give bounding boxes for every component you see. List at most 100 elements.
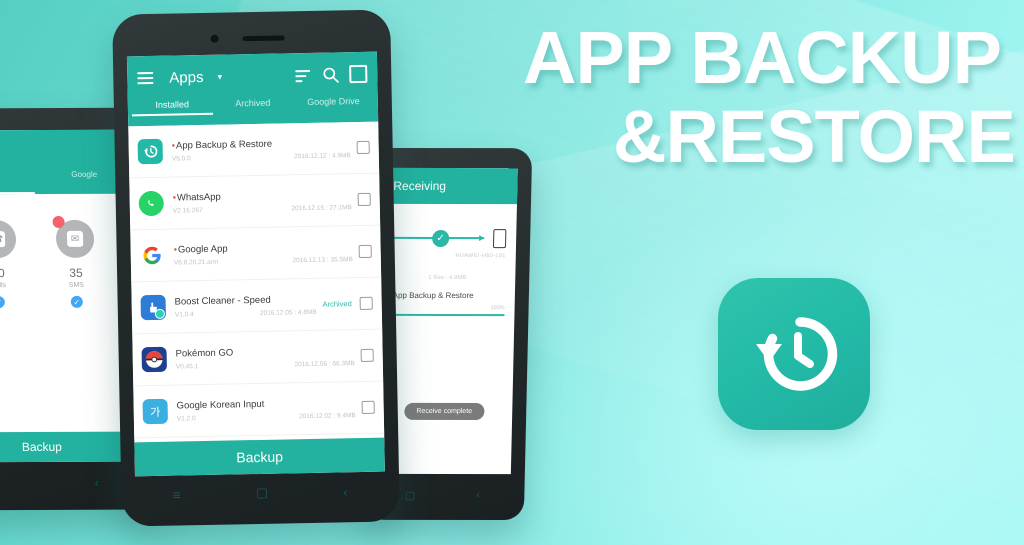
center-phone-mockup: Apps ▾ Installed Archived Google Drive •…: [112, 9, 400, 527]
row-checkbox[interactable]: [356, 140, 370, 155]
left-tab-google-label: Google: [71, 169, 98, 179]
app-meta: V5.0.0 2016.12.12 : 4.9MB: [171, 152, 357, 163]
app-version: V0.45.1: [175, 362, 199, 371]
row-checkbox[interactable]: [357, 192, 371, 207]
transfer-line: ✓: [390, 228, 507, 248]
app-version: V5.0.0: [171, 154, 191, 163]
row-checkbox[interactable]: [361, 400, 375, 414]
table-row[interactable]: •WhatsApp V2.16.267 2016.12.15 : 27.1MB: [129, 173, 381, 231]
row-content: •App Backup & Restore V5.0.0 2016.12.12 …: [171, 137, 357, 163]
right-appbar-title: Receiving: [393, 178, 447, 194]
app-meta: V1.0.4 2016.12.05 : 4.8MB: [175, 308, 323, 318]
app-version: V6.8.20.21.arm: [173, 258, 219, 267]
table-row[interactable]: •App Backup & Restore V5.0.0 2016.12.12 …: [128, 121, 380, 179]
promo-banner: APP BACKUP &RESTORE Personal ▾ Archived: [0, 0, 1024, 545]
sms-badge: [52, 215, 65, 228]
transfer-progress-bar: [388, 313, 505, 316]
front-camera-icon: [210, 34, 219, 43]
app-logo-tile: [718, 278, 870, 430]
promo-headline: APP BACKUP &RESTORE: [523, 21, 1024, 178]
transfer-device-name: HUAWEI-H60-L01: [455, 253, 506, 260]
pokemon-go-icon: [141, 346, 167, 373]
boost-badge: [154, 308, 165, 319]
table-row[interactable]: Pokémon GO V0.45.1 2016.12.06 : 66.3MB: [132, 329, 384, 387]
app-logo: [718, 278, 870, 430]
app-name: Google Korean Input: [177, 396, 362, 411]
status-badge: Archived: [322, 299, 352, 309]
sms-check-icon[interactable]: ✓: [70, 295, 83, 308]
row-content: Pokémon GO V0.45.1 2016.12.06 : 66.3MB: [175, 345, 361, 371]
left-card-sms[interactable]: ✉ 35 SMS ✓: [44, 215, 108, 308]
center-nav-home-icon[interactable]: ▢: [256, 485, 269, 501]
transfer-percent: 100%: [490, 305, 505, 312]
check-circle-icon: ✓: [431, 229, 450, 247]
phone-call-icon: ☎: [0, 231, 6, 248]
boost-cleaner-icon: [140, 294, 166, 321]
search-icon[interactable]: [322, 66, 339, 83]
left-backup-button-label: Backup: [21, 439, 63, 455]
backup-restore-icon: [137, 138, 163, 165]
app-list: •App Backup & Restore V5.0.0 2016.12.12 …: [128, 121, 385, 439]
headline-line-2: &RESTORE: [613, 94, 1016, 178]
center-nav-back-icon[interactable]: ‹: [343, 484, 348, 499]
row-checkbox[interactable]: [359, 296, 373, 311]
transfer-percent-row: 100%: [389, 305, 505, 312]
tab-installed[interactable]: Installed: [131, 98, 213, 117]
history-restore-icon: [756, 317, 838, 391]
app-name-label: Google App: [177, 243, 228, 255]
row-content: •WhatsApp V2.16.267 2016.12.15 : 27.1MB: [172, 189, 358, 214]
center-phone-navbar: ≡ ▢ ‹: [135, 472, 386, 515]
earpiece-speaker: [242, 35, 285, 42]
calls-check-icon[interactable]: ✓: [0, 296, 5, 309]
sort-icon[interactable]: [295, 66, 312, 83]
chevron-down-icon[interactable]: ▾: [217, 71, 222, 82]
row-checkbox[interactable]: [358, 244, 372, 259]
select-all-square-icon[interactable]: [349, 64, 368, 84]
app-meta: V0.45.1 2016.12.06 : 66.3MB: [175, 359, 361, 371]
table-row[interactable]: •Google App V6.8.20.21.arm 2016.12.13 : …: [130, 225, 382, 283]
app-meta: V6.8.20.21.arm 2016.12.13 : 35.5MB: [173, 255, 359, 267]
google-icon: [139, 242, 165, 269]
receive-complete-toast: Receive complete: [404, 402, 485, 421]
korean-glyph: 가: [150, 406, 161, 419]
app-date-size: 2016.12.02 : 9.4MB: [299, 411, 356, 420]
transfer-arrow-icon: [479, 235, 485, 242]
table-row[interactable]: 가 Google Korean Input V1.2.0 2016.12.02 …: [133, 381, 385, 439]
tab-google-drive[interactable]: Google Drive: [293, 96, 374, 112]
appbar-spacer: [232, 75, 285, 76]
row-checkbox[interactable]: [360, 348, 374, 363]
left-nav-back-icon[interactable]: ‹: [95, 476, 99, 490]
transfer-panel: ✓ HUAWEI-H60-L01 1 files : 4.9MB •App Ba…: [378, 204, 517, 316]
calls-caption: Calls: [0, 282, 7, 290]
tab-archived[interactable]: Archived: [212, 97, 293, 113]
app-name-label: App Backup & Restore: [175, 138, 273, 152]
tab-google-drive-label: Google Drive: [307, 95, 360, 107]
center-nav-menu-icon[interactable]: ≡: [173, 487, 181, 502]
sms-caption: SMS: [68, 281, 85, 289]
app-version: V1.0.4: [174, 310, 194, 319]
app-name-label: Boost Cleaner - Speed: [174, 294, 271, 308]
right-nav-back-icon[interactable]: ‹: [476, 489, 480, 501]
app-date-size: 2016.12.06 : 66.3MB: [294, 359, 355, 368]
new-marker: •: [173, 244, 178, 256]
app-name-label: WhatsApp: [176, 191, 221, 204]
whatsapp-icon: [138, 190, 164, 217]
app-name: Pokémon GO: [176, 345, 361, 359]
center-appbar: Apps ▾ Installed Archived Google Drive: [126, 51, 379, 127]
hamburger-icon[interactable]: [137, 69, 154, 87]
app-meta: V2.16.267 2016.12.15 : 27.1MB: [173, 203, 358, 214]
sms-message-icon: ✉: [66, 230, 84, 247]
app-name: •App Backup & Restore: [172, 137, 357, 152]
new-marker: •: [172, 192, 177, 204]
backup-button[interactable]: Backup: [134, 437, 385, 477]
table-row[interactable]: Boost Cleaner - Speed V1.0.4 2016.12.05 …: [131, 277, 383, 335]
row-content: Boost Cleaner - Speed V1.0.4 2016.12.05 …: [175, 293, 323, 318]
phone-device-icon: [492, 228, 507, 248]
app-date-size: 2016.12.13 : 35.5MB: [292, 255, 353, 264]
left-tab-archived[interactable]: Archived: [0, 170, 35, 195]
sms-circle: ✉: [52, 215, 95, 258]
left-card-calls[interactable]: ☎ 10 Calls ✓: [0, 220, 30, 309]
right-nav-home-icon[interactable]: ▢: [405, 488, 416, 501]
korean-input-icon: 가: [142, 398, 168, 425]
app-date-size: 2016.12.15 : 27.1MB: [291, 203, 352, 212]
